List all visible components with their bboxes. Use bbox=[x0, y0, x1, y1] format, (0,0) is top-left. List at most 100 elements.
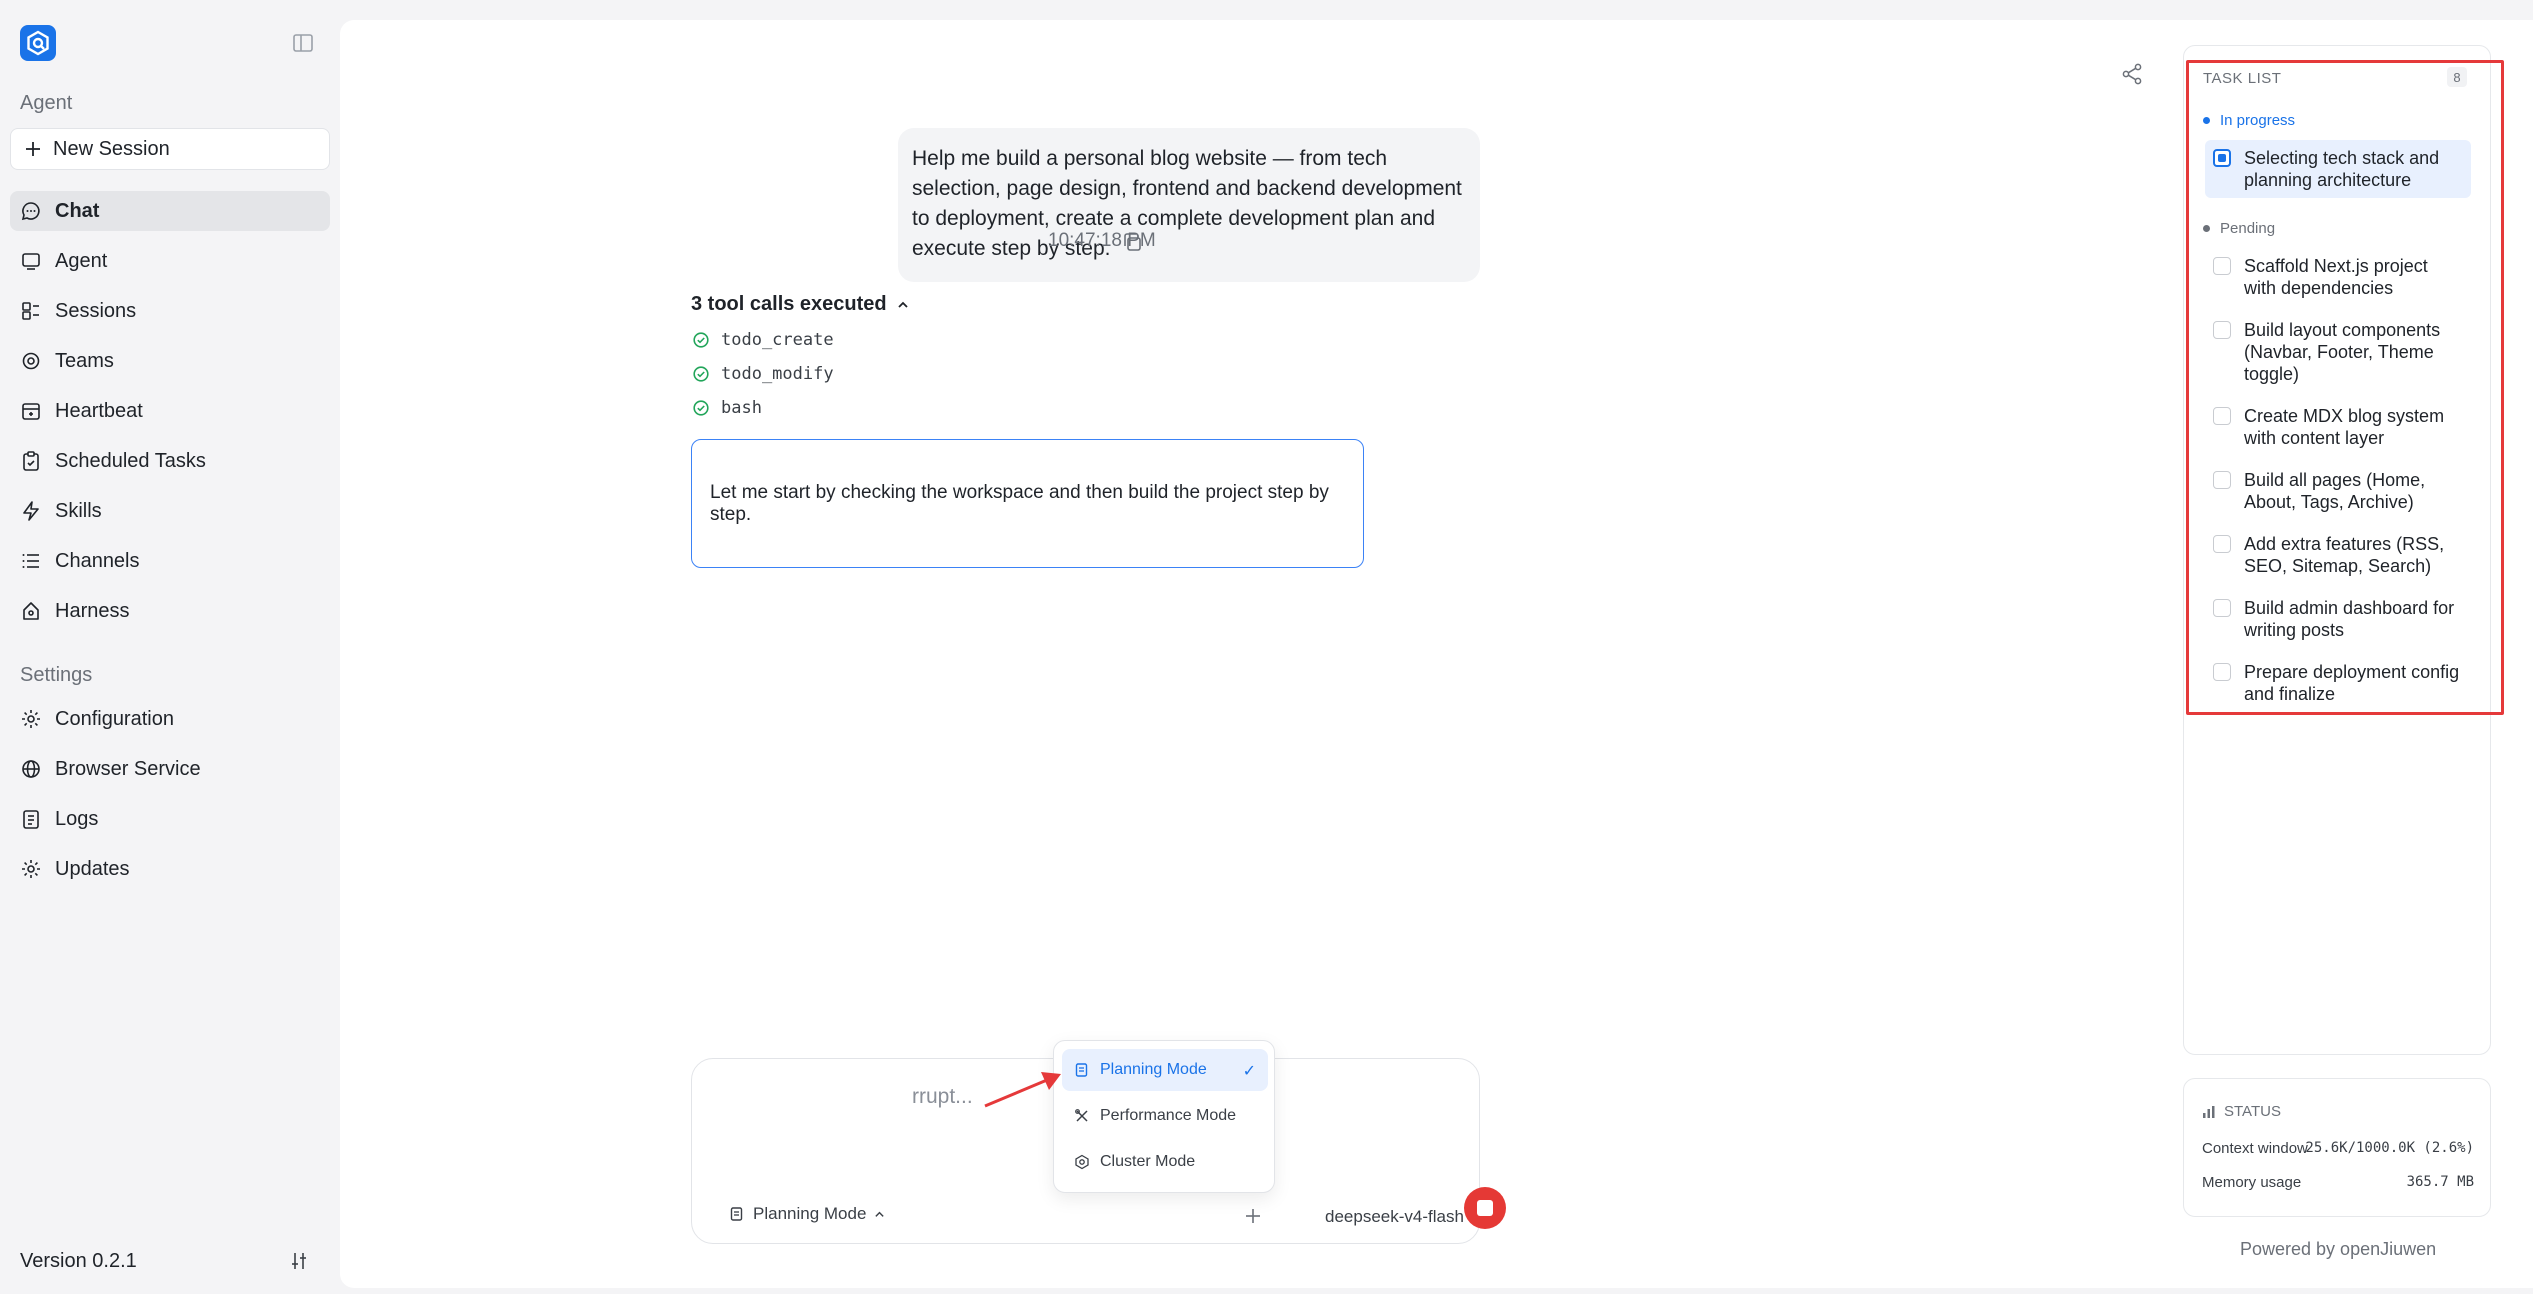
attach-plus-icon[interactable] bbox=[1242, 1205, 1264, 1227]
harness-icon bbox=[23, 602, 39, 620]
sidebar-item-label: Sessions bbox=[55, 299, 137, 322]
sidebar-item-heartbeat[interactable]: Heartbeat bbox=[10, 391, 330, 431]
sidebar-item-label: Updates bbox=[55, 857, 130, 880]
mode-dropdown-menu: Planning Mode ✓ Performance Mode Cluster… bbox=[1053, 1040, 1275, 1193]
tool-call-item: todo_create bbox=[693, 330, 834, 350]
powered-by-footer: Powered by openJiuwen bbox=[2240, 1239, 2437, 1259]
task-checkbox[interactable] bbox=[2213, 321, 2231, 339]
sidebar-item-chat[interactable]: Chat bbox=[10, 191, 330, 231]
sidebar-item-label: Chat bbox=[55, 199, 100, 222]
sidebar-item-label: Teams bbox=[55, 349, 114, 372]
task-checkbox[interactable] bbox=[2213, 471, 2231, 489]
sidebar-item-label: Scheduled Tasks bbox=[55, 449, 206, 472]
menu-item-planning-mode[interactable]: Planning Mode ✓ bbox=[1062, 1049, 1268, 1091]
tool-call-name: todo_modify bbox=[721, 364, 834, 384]
context-window-row: Context window 25.6K/1000.0K (2.6%) bbox=[2202, 1140, 2474, 1157]
sidebar-item-label: Configuration bbox=[55, 707, 174, 730]
context-window-value: 25.6K/1000.0K (2.6%) bbox=[2305, 1140, 2474, 1156]
sidebar: Agent New Session Chat Agent Sessions Te… bbox=[0, 0, 340, 1294]
lightning-icon bbox=[23, 501, 39, 521]
sidebar-item-label: Browser Service bbox=[55, 757, 201, 780]
status-panel: STATUS Context window 25.6K/1000.0K (2.6… bbox=[2183, 1078, 2491, 1217]
app-logo[interactable] bbox=[20, 25, 56, 61]
memory-usage-row: Memory usage 365.7 MB bbox=[2202, 1174, 2474, 1191]
sidebar-item-label: Skills bbox=[55, 499, 102, 522]
stop-generation-button[interactable] bbox=[1464, 1187, 1506, 1229]
memory-usage-label: Memory usage bbox=[2202, 1174, 2302, 1191]
task-item[interactable]: Scaffold Next.js project with dependenci… bbox=[2205, 249, 2471, 305]
in-progress-group-label: In progress bbox=[2203, 112, 2295, 129]
task-item[interactable]: Add extra features (RSS, SEO, Sitemap, S… bbox=[2205, 527, 2471, 583]
task-label: Build all pages (Home, About, Tags, Arch… bbox=[2244, 470, 2426, 512]
task-label: Add extra features (RSS, SEO, Sitemap, S… bbox=[2244, 534, 2445, 576]
task-item[interactable]: Build layout components (Navbar, Footer,… bbox=[2205, 313, 2471, 391]
chat-icon bbox=[21, 202, 40, 221]
app-version: Version 0.2.1 bbox=[20, 1250, 137, 1272]
new-session-button[interactable]: New Session bbox=[10, 128, 330, 170]
pending-group-label: Pending bbox=[2203, 220, 2275, 237]
task-checkbox[interactable] bbox=[2213, 149, 2231, 167]
task-checkbox[interactable] bbox=[2213, 535, 2231, 553]
task-item[interactable]: Prepare deployment config and finalize bbox=[2205, 655, 2471, 711]
status-title-text: STATUS bbox=[2224, 1103, 2281, 1120]
sliders-icon[interactable] bbox=[288, 1250, 310, 1272]
status-dot bbox=[2203, 225, 2210, 232]
sidebar-item-label: Harness bbox=[55, 599, 130, 622]
menu-item-performance-mode[interactable]: Performance Mode bbox=[1062, 1095, 1268, 1137]
settings-section-label: Settings bbox=[20, 664, 93, 686]
task-checkbox[interactable] bbox=[2213, 257, 2231, 275]
check-icon: ✓ bbox=[1242, 1063, 1256, 1080]
tool-calls-toggle[interactable]: 3 tool calls executed bbox=[691, 293, 909, 316]
sidebar-collapse-icon[interactable] bbox=[292, 32, 314, 54]
teams-icon bbox=[22, 352, 40, 370]
new-session-label: New Session bbox=[53, 137, 170, 160]
sidebar-item-label: Agent bbox=[55, 249, 108, 272]
sidebar-item-browser-service[interactable]: Browser Service bbox=[10, 749, 330, 789]
gear-icon bbox=[22, 710, 40, 728]
sidebar-item-channels[interactable]: Channels bbox=[10, 541, 330, 581]
sidebar-item-harness[interactable]: Harness bbox=[10, 591, 330, 631]
task-item[interactable]: Build all pages (Home, About, Tags, Arch… bbox=[2205, 463, 2471, 519]
logo-icon bbox=[27, 30, 49, 56]
task-checkbox[interactable] bbox=[2213, 599, 2231, 617]
task-item-in-progress[interactable]: Selecting tech stack and planning archit… bbox=[2205, 140, 2471, 198]
task-item[interactable]: Create MDX blog system with content laye… bbox=[2205, 399, 2471, 455]
mode-selector[interactable]: Planning Mode bbox=[729, 1204, 885, 1224]
tool-call-item: bash bbox=[693, 398, 762, 418]
sidebar-item-label: Logs bbox=[55, 807, 99, 830]
task-checkbox[interactable] bbox=[2213, 407, 2231, 425]
menu-item-label: Planning Mode bbox=[1100, 1061, 1207, 1078]
group-label-text: Pending bbox=[2220, 220, 2276, 237]
task-label: Scaffold Next.js project with dependenci… bbox=[2244, 256, 2428, 298]
sidebar-item-logs[interactable]: Logs bbox=[10, 799, 330, 839]
chevron-up-icon bbox=[898, 301, 908, 308]
menu-item-cluster-mode[interactable]: Cluster Mode bbox=[1062, 1141, 1268, 1183]
planning-mode-icon bbox=[1075, 1063, 1088, 1077]
task-label: Prepare deployment config and finalize bbox=[2244, 662, 2460, 704]
sidebar-item-updates[interactable]: Updates bbox=[10, 849, 330, 889]
annotation-arrow-icon bbox=[984, 1072, 1061, 1108]
task-item[interactable]: Build admin dashboard for writing posts bbox=[2205, 591, 2471, 647]
globe-icon bbox=[22, 760, 40, 778]
sessions-icon bbox=[22, 302, 39, 320]
sidebar-item-skills[interactable]: Skills bbox=[10, 491, 330, 531]
menu-item-label: Performance Mode bbox=[1100, 1107, 1237, 1124]
status-title: STATUS bbox=[2202, 1103, 2281, 1120]
bar-chart-icon bbox=[2203, 1105, 2215, 1118]
task-label: Selecting tech stack and planning archit… bbox=[2244, 148, 2440, 190]
context-window-label: Context window bbox=[2202, 1140, 2308, 1157]
sidebar-item-teams[interactable]: Teams bbox=[10, 341, 330, 381]
sidebar-item-label: Channels bbox=[55, 549, 140, 572]
sidebar-item-agent[interactable]: Agent bbox=[10, 241, 330, 281]
share-icon[interactable] bbox=[2120, 62, 2144, 86]
task-checkbox[interactable] bbox=[2213, 663, 2231, 681]
sidebar-item-scheduled-tasks[interactable]: Scheduled Tasks bbox=[10, 441, 330, 481]
sidebar-item-sessions[interactable]: Sessions bbox=[10, 291, 330, 331]
agent-section-label: Agent bbox=[20, 92, 73, 114]
model-selector[interactable]: deepseek-v4-flash bbox=[1325, 1207, 1464, 1227]
task-count-badge: 8 bbox=[2447, 67, 2467, 87]
clipboard-icon bbox=[23, 451, 39, 471]
check-circle-icon bbox=[693, 400, 709, 416]
sidebar-item-configuration[interactable]: Configuration bbox=[10, 699, 330, 739]
copy-icon[interactable] bbox=[1121, 231, 1143, 253]
